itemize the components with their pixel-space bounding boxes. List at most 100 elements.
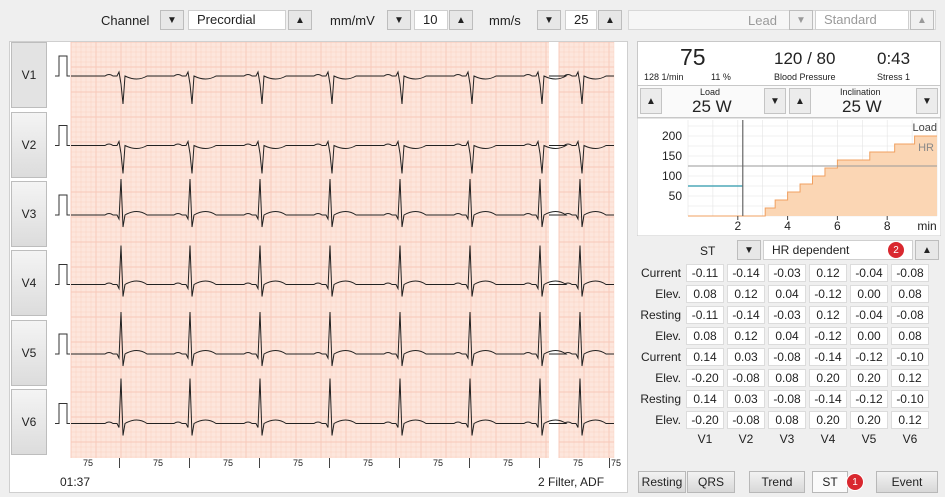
beat-tick bbox=[259, 458, 260, 468]
inclination-down-button[interactable]: ▼ bbox=[916, 88, 938, 114]
hr-mark: 75 bbox=[153, 458, 164, 468]
st-row-label: Elev. bbox=[655, 329, 681, 343]
channel-label: Channel bbox=[101, 13, 150, 28]
st-value-cell: 0.12 bbox=[809, 264, 847, 282]
st-header-spacer bbox=[639, 432, 683, 446]
st-value-cell: 0.20 bbox=[809, 411, 847, 429]
channel-down-button[interactable]: ▼ bbox=[160, 10, 184, 30]
st-lead-header: V6 bbox=[902, 432, 918, 446]
lead-down-button[interactable]: ▼ bbox=[789, 10, 813, 30]
load-up-button[interactable]: ▲ bbox=[640, 88, 662, 114]
st-value-cell: 0.00 bbox=[850, 327, 888, 345]
gain-label: mm/mV bbox=[330, 13, 375, 28]
inclination-label: Inclination bbox=[840, 87, 881, 97]
lead-button-v4[interactable]: V4 bbox=[11, 250, 47, 316]
tab-trend[interactable]: Trend bbox=[749, 471, 805, 493]
triangle-down-icon: ▼ bbox=[167, 14, 177, 26]
blood-pressure-label: Blood Pressure bbox=[774, 72, 836, 82]
st-lead-header: V2 bbox=[738, 432, 754, 446]
st-value-cell: 0.08 bbox=[768, 411, 806, 429]
notification-badge-1: 1 bbox=[846, 473, 864, 491]
tab-qrs[interactable]: QRS bbox=[687, 471, 735, 493]
st-value-cell: -0.20 bbox=[686, 369, 724, 387]
st-row-label: Elev. bbox=[655, 287, 681, 301]
load-label: Load bbox=[700, 87, 721, 97]
st-lead-header: V4 bbox=[820, 432, 836, 446]
tab-resting[interactable]: Resting bbox=[638, 471, 686, 493]
speed-label: mm/s bbox=[489, 13, 521, 28]
gain-value[interactable]: 10 bbox=[414, 10, 448, 30]
st-value-cell: 0.20 bbox=[809, 369, 847, 387]
st-value-cell: 0.12 bbox=[727, 285, 765, 303]
channel-up-button[interactable]: ▲ bbox=[288, 10, 312, 30]
st-row-label: Resting bbox=[640, 392, 681, 406]
ecg-grid-area bbox=[559, 42, 614, 458]
inclination-up-button[interactable]: ▲ bbox=[789, 88, 811, 114]
st-value-cell: -0.10 bbox=[891, 348, 929, 366]
vitals-panel: 75 128 1/min 11 % 120 / 80 Blood Pressur… bbox=[637, 41, 941, 86]
tab-st[interactable]: ST bbox=[812, 471, 848, 493]
st-value-cell: -0.04 bbox=[850, 264, 888, 282]
lead-up-button[interactable]: ▲ bbox=[910, 10, 934, 30]
st-value-cell: 0.14 bbox=[686, 348, 724, 366]
triangle-down-icon: ▼ bbox=[394, 14, 404, 26]
st-value-cell: -0.12 bbox=[850, 390, 888, 408]
st-value-cell: 0.14 bbox=[686, 390, 724, 408]
lead-button-v1[interactable]: V1 bbox=[11, 42, 47, 108]
st-value-cell: 0.08 bbox=[686, 327, 724, 345]
gain-up-button[interactable]: ▲ bbox=[449, 10, 473, 30]
stage-label: Stress 1 bbox=[877, 72, 911, 82]
st-value-cell: -0.11 bbox=[686, 264, 724, 282]
hr-mark: 75 bbox=[223, 458, 234, 468]
lead-button-v3[interactable]: V3 bbox=[11, 181, 47, 247]
st-down-button[interactable]: ▼ bbox=[737, 240, 761, 260]
st-up-button[interactable]: ▲ bbox=[915, 240, 939, 260]
st-value-cell: 0.20 bbox=[850, 411, 888, 429]
hr-mark: 75 bbox=[503, 458, 514, 468]
st-row-label: Elev. bbox=[655, 371, 681, 385]
hr-mark: 75 bbox=[83, 458, 94, 468]
triangle-up-icon: ▲ bbox=[646, 95, 656, 107]
st-value-cell: 0.03 bbox=[727, 348, 765, 366]
triangle-up-icon: ▲ bbox=[795, 95, 805, 107]
beat-tick bbox=[609, 458, 610, 468]
st-value-cell: -0.04 bbox=[850, 306, 888, 324]
st-value-cell: -0.08 bbox=[768, 348, 806, 366]
lead-button-v2[interactable]: V2 bbox=[11, 112, 47, 178]
hr-mark: 75 bbox=[611, 458, 622, 468]
inclination-value: 25 W bbox=[842, 97, 882, 116]
st-value-cell: 0.12 bbox=[891, 411, 929, 429]
x-tick-label: 8 bbox=[884, 219, 891, 233]
speed-value[interactable]: 25 bbox=[565, 10, 597, 30]
channel-select[interactable]: Precordial bbox=[188, 10, 286, 30]
lead-button-v6[interactable]: V6 bbox=[11, 389, 47, 455]
st-value-cell: -0.14 bbox=[727, 264, 765, 282]
legend-load: Load bbox=[913, 122, 937, 134]
st-value-cell: -0.08 bbox=[891, 264, 929, 282]
x-tick-label: 6 bbox=[834, 219, 841, 233]
standard-select[interactable]: Standard bbox=[815, 10, 909, 30]
x-tick-label: 4 bbox=[784, 219, 791, 233]
speed-down-button[interactable]: ▼ bbox=[537, 10, 561, 30]
beat-tick bbox=[469, 458, 470, 468]
load-down-button[interactable]: ▼ bbox=[764, 88, 786, 114]
st-value-cell: 0.08 bbox=[891, 285, 929, 303]
lead-button-v5[interactable]: V5 bbox=[11, 320, 47, 386]
y-tick-label: 50 bbox=[669, 189, 683, 203]
beat-tick bbox=[399, 458, 400, 468]
st-value-cell: 0.03 bbox=[727, 390, 765, 408]
st-value-cell: -0.08 bbox=[727, 411, 765, 429]
tab-event[interactable]: Event bbox=[876, 471, 938, 493]
st-value-cell: 0.20 bbox=[850, 369, 888, 387]
y-tick-label: 200 bbox=[662, 129, 682, 143]
st-value-cell: -0.20 bbox=[686, 411, 724, 429]
ecg-grid-area bbox=[71, 42, 549, 458]
load-value: 25 W bbox=[692, 97, 732, 116]
st-value-cell: 0.00 bbox=[850, 285, 888, 303]
st-value-cell: 0.04 bbox=[768, 285, 806, 303]
gain-down-button[interactable]: ▼ bbox=[387, 10, 411, 30]
st-lead-header: V1 bbox=[697, 432, 713, 446]
beat-tick bbox=[329, 458, 330, 468]
speed-up-button[interactable]: ▲ bbox=[598, 10, 622, 30]
st-value-cell: -0.03 bbox=[768, 306, 806, 324]
